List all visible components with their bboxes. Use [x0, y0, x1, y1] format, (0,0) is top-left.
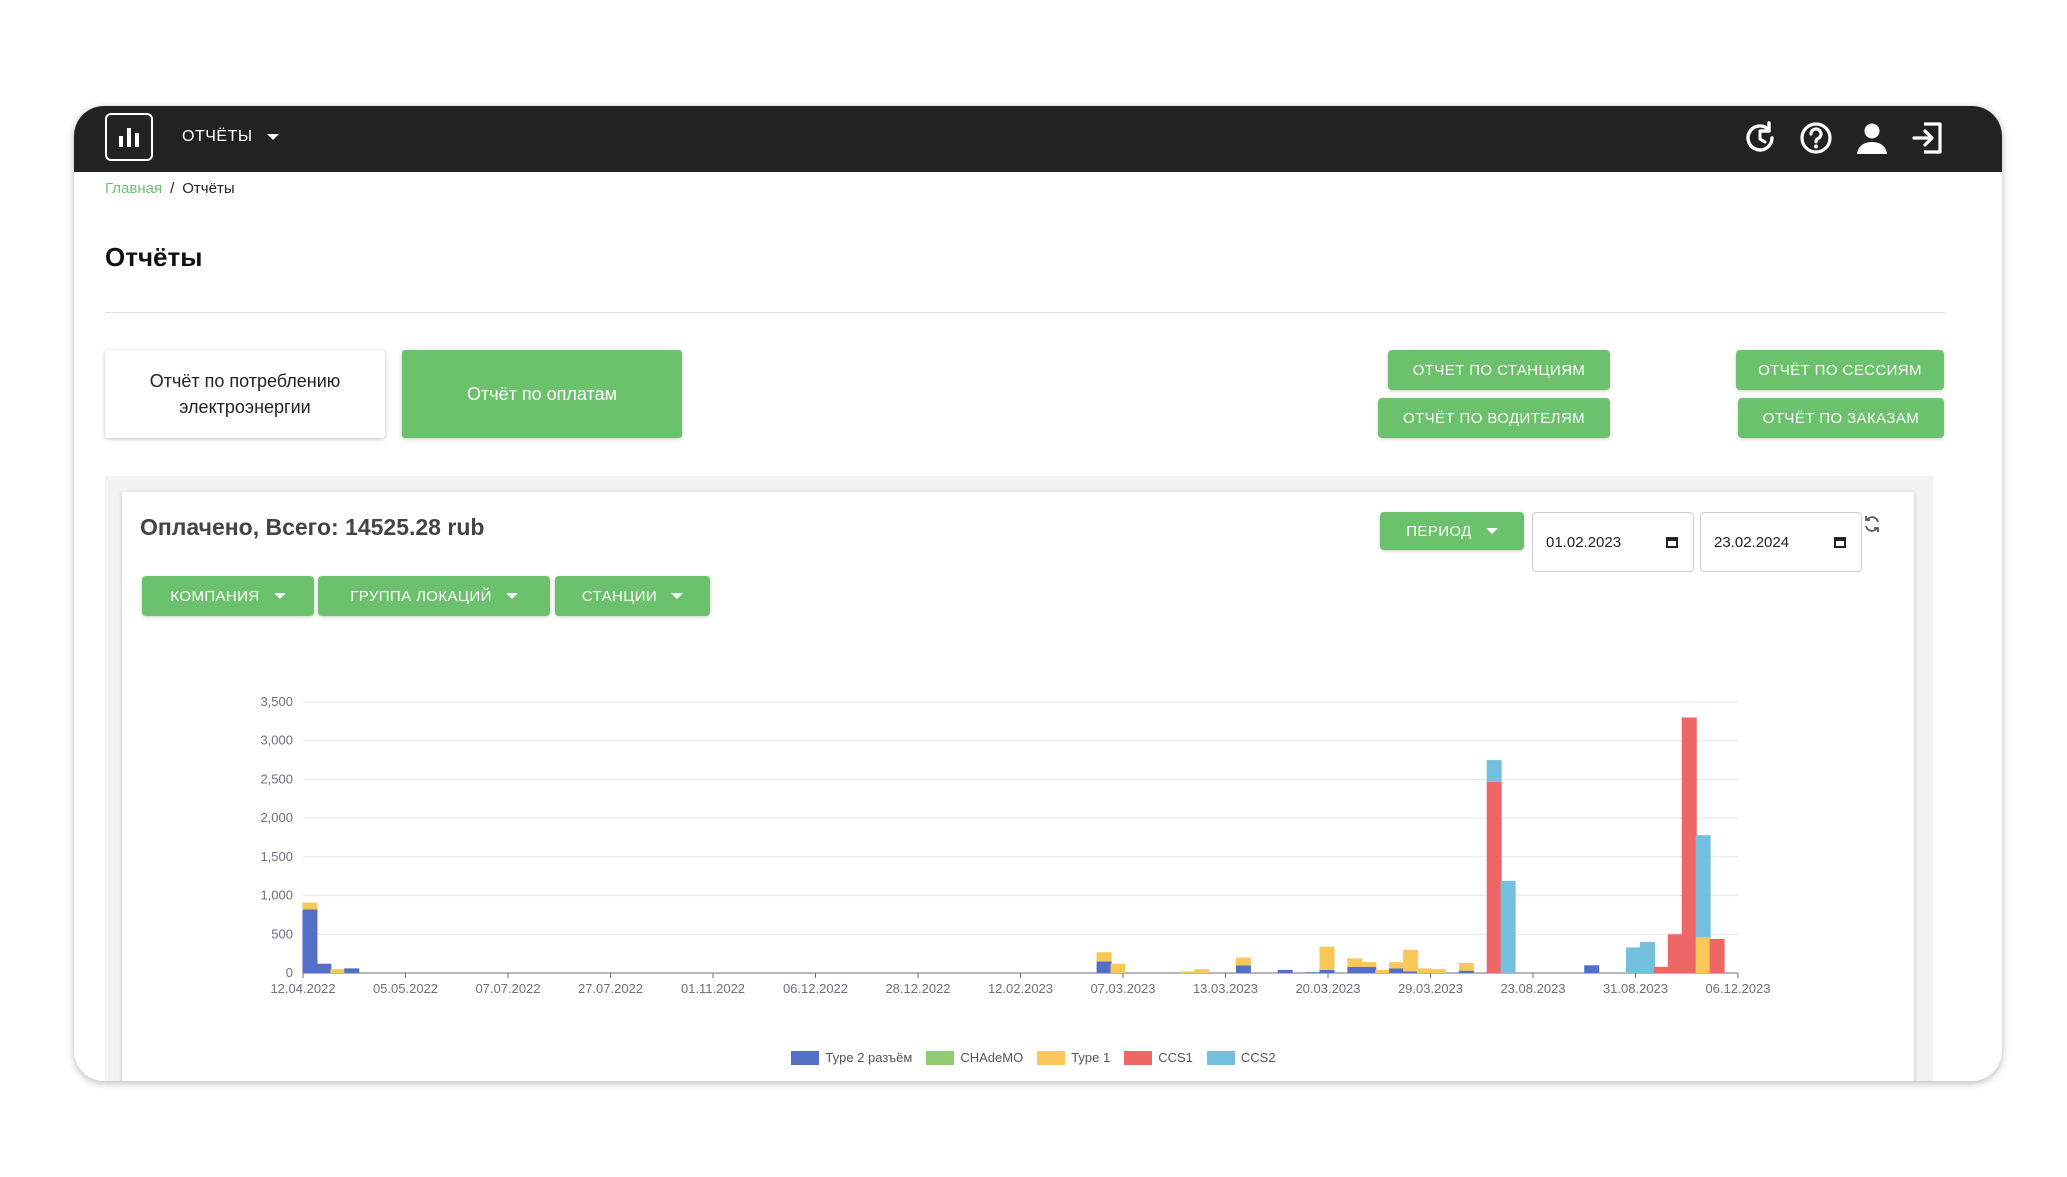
x-tick-label: 05.05.2022	[373, 981, 438, 996]
chart-bar[interactable]	[1375, 969, 1391, 973]
legend-swatch	[1124, 1050, 1153, 1065]
chart-bar[interactable]	[1417, 968, 1433, 973]
chart-bar[interactable]	[316, 963, 332, 973]
legend-swatch	[926, 1050, 955, 1065]
chart-bar[interactable]	[1180, 971, 1196, 973]
y-tick-label: 1,000	[260, 888, 293, 903]
y-tick-label: 3,500	[260, 694, 293, 709]
chart-bar[interactable]	[1389, 962, 1405, 969]
chart-bar[interactable]	[1361, 962, 1377, 967]
legend-label: CCS1	[1158, 1050, 1193, 1065]
chart-bar[interactable]	[302, 909, 318, 973]
x-tick-label: 07.03.2023	[1090, 981, 1155, 996]
y-tick-label: 1,500	[260, 849, 293, 864]
legend-label: CHAdeMO	[960, 1050, 1024, 1065]
chart-bar[interactable]	[1486, 760, 1502, 782]
chart-bar[interactable]	[1096, 952, 1112, 962]
legend-label: Type 1	[1071, 1050, 1111, 1065]
legend-item[interactable]: CHAdeMO	[926, 1050, 1023, 1065]
legend-item[interactable]: Type 1	[1037, 1050, 1110, 1065]
chart-bar[interactable]	[1389, 968, 1405, 973]
chart-bar[interactable]	[1403, 949, 1419, 972]
legend-label: CCS2	[1240, 1050, 1276, 1065]
y-tick-label: 0	[286, 965, 293, 980]
chart-bar[interactable]	[1319, 969, 1335, 973]
chart-bar[interactable]	[1305, 972, 1321, 973]
x-tick-label: 20.03.2023	[1295, 981, 1360, 996]
y-tick-label: 500	[271, 926, 293, 941]
chart-bar[interactable]	[344, 968, 360, 973]
legend-swatch	[1206, 1050, 1235, 1065]
chart-bar[interactable]	[1695, 835, 1711, 938]
legend-swatch	[1037, 1050, 1066, 1065]
chart-bar[interactable]	[1709, 938, 1725, 973]
chart-bar[interactable]	[1584, 965, 1600, 973]
legend-swatch	[791, 1050, 820, 1065]
y-tick-label: 2,500	[260, 771, 293, 786]
x-tick-label: 12.02.2023	[988, 981, 1053, 996]
x-tick-label: 01.11.2022	[681, 981, 745, 996]
chart-bar[interactable]	[1695, 937, 1711, 973]
x-tick-label: 06.12.2023	[1705, 981, 1770, 996]
x-tick-label: 13.03.2023	[1193, 981, 1258, 996]
legend-item[interactable]: CCS1	[1124, 1050, 1193, 1065]
chart-bar[interactable]	[302, 902, 318, 910]
x-tick-label: 23.08.2023	[1500, 981, 1565, 996]
chart-bar[interactable]	[1667, 934, 1683, 973]
x-tick-label: 27.07.2022	[578, 981, 643, 996]
chart-bar[interactable]	[1500, 880, 1516, 973]
chart-bar[interactable]	[1681, 717, 1697, 973]
chart-bar[interactable]	[1235, 957, 1251, 966]
chart-bar[interactable]	[1430, 969, 1446, 973]
chart-bar[interactable]	[1653, 966, 1669, 973]
chart-bar[interactable]	[1194, 969, 1210, 973]
x-tick-label: 31.08.2023	[1603, 981, 1668, 996]
x-tick-label: 06.12.2022	[783, 981, 848, 996]
chart-bar[interactable]	[330, 969, 346, 973]
chart-bar[interactable]	[1277, 969, 1293, 973]
x-tick-label: 28.12.2022	[885, 981, 950, 996]
chart-bar[interactable]	[1235, 965, 1251, 973]
chart-bar[interactable]	[1096, 961, 1112, 973]
chart-bar[interactable]	[1458, 970, 1474, 973]
chart-bar[interactable]	[1403, 971, 1419, 973]
legend-item[interactable]: CCS2	[1206, 1050, 1276, 1065]
y-tick-label: 3,000	[260, 733, 293, 748]
x-tick-label: 12.04.2022	[270, 981, 335, 996]
chart-bar[interactable]	[1347, 966, 1363, 973]
chart-bar[interactable]	[1319, 946, 1335, 970]
x-tick-label: 29.03.2023	[1398, 981, 1463, 996]
x-tick-label: 07.07.2022	[475, 981, 540, 996]
chart-legend: Type 2 разъём CHAdeMO Type 1 CCS1 CCS2	[0, 1050, 2067, 1065]
legend-label: Type 2 разъём	[825, 1050, 913, 1065]
payments-chart: 0 500 1,000 1,500 2,000 2,500 3,000 3,500 12.04.…	[260, 694, 1770, 996]
chart-bar[interactable]	[1347, 958, 1363, 967]
chart-bar[interactable]	[1110, 963, 1126, 973]
chart-bar[interactable]	[1486, 781, 1502, 973]
y-tick-label: 2,000	[260, 810, 293, 825]
chart-bar[interactable]	[1639, 942, 1655, 973]
chart-bar[interactable]	[1361, 966, 1377, 973]
chart-bar[interactable]	[1626, 947, 1642, 973]
chart-bar[interactable]	[1458, 962, 1474, 971]
legend-item[interactable]: Type 2 разъём	[791, 1050, 912, 1065]
